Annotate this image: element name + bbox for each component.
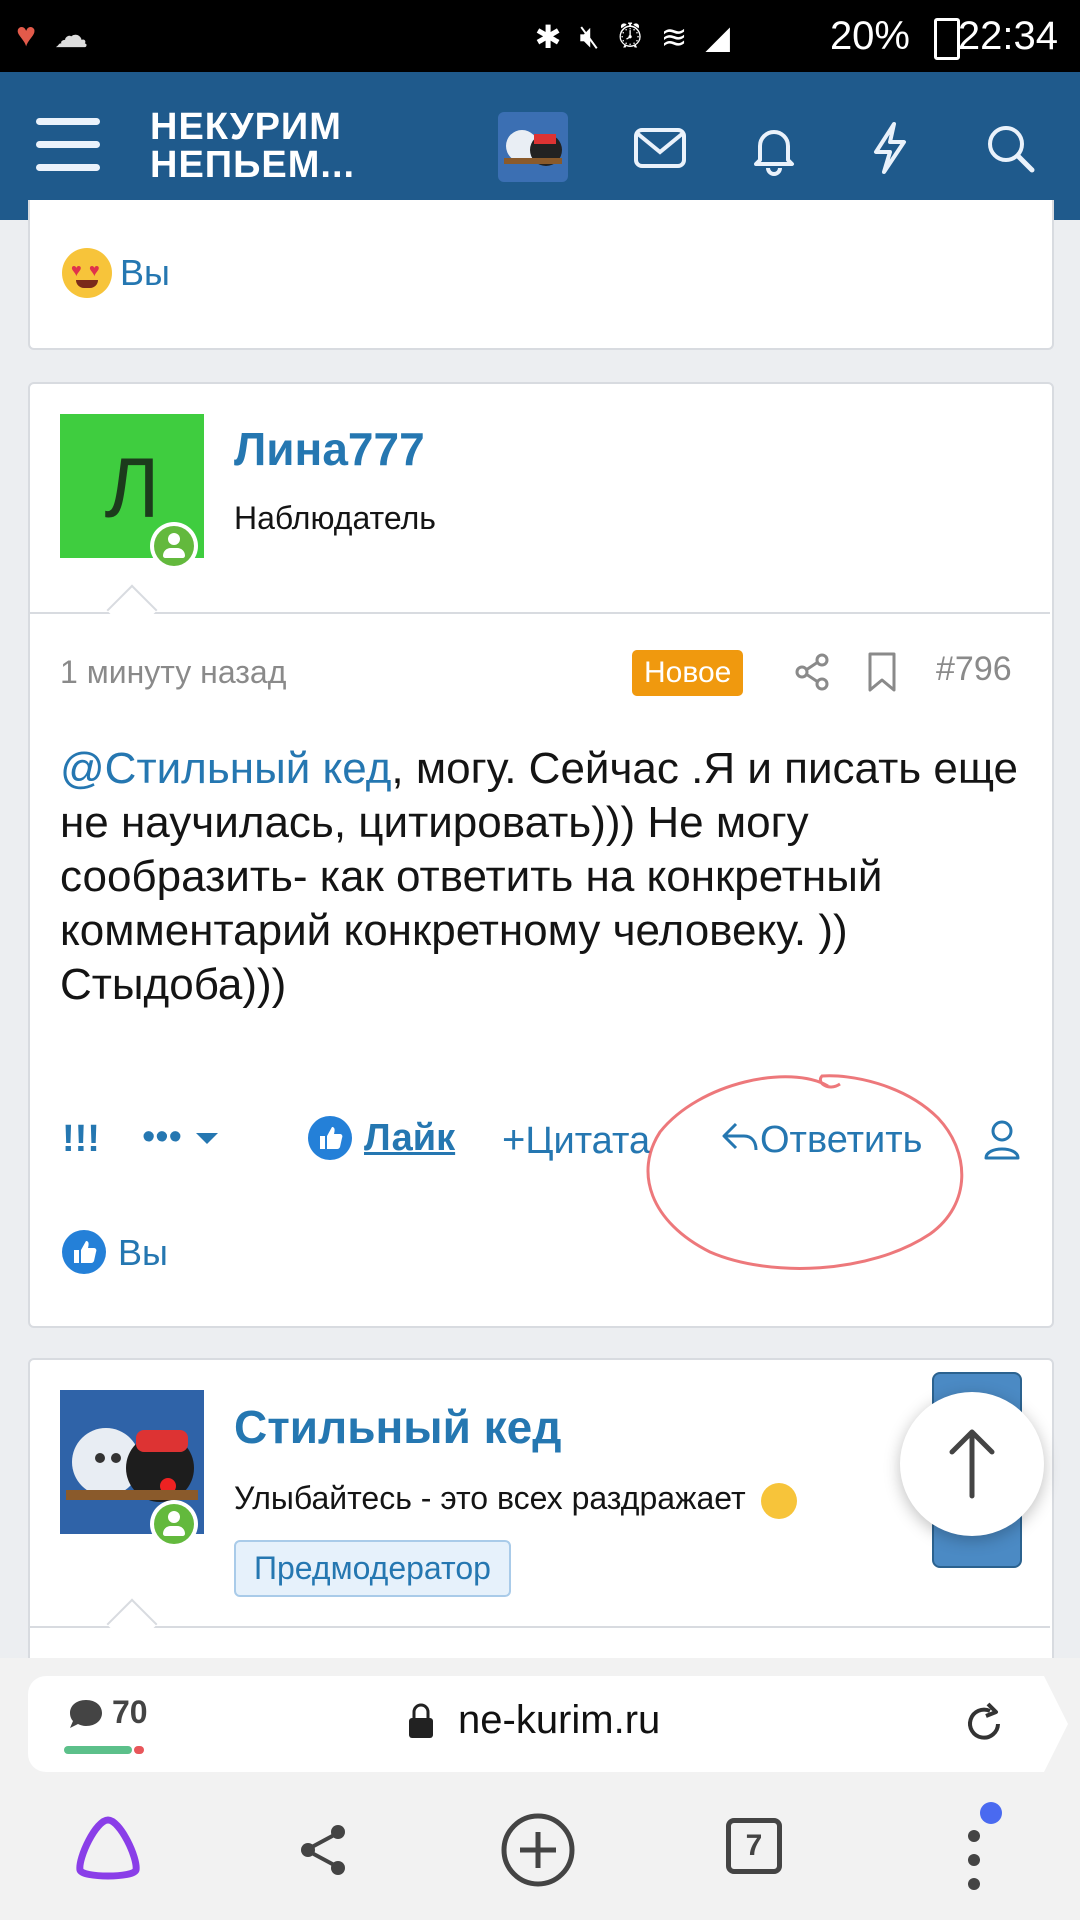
reload-icon[interactable] (960, 1700, 1008, 1748)
more-dots: ••• (142, 1116, 182, 1158)
new-tab-plus-icon[interactable] (500, 1812, 576, 1888)
more-menu-icon[interactable] (964, 1818, 984, 1898)
url-text: ne-kurim.ru (458, 1698, 661, 1742)
user-mention[interactable]: @Стильный кед (60, 744, 391, 793)
like-button[interactable]: Лайк (308, 1116, 455, 1160)
heart-eyes-emoji-icon: ♥ ♥ (62, 248, 112, 298)
battery-percent: 20% (829, 14, 910, 58)
logo-line1: НЕКУРИМ (150, 106, 342, 148)
site-logo[interactable]: НЕКУРИМ НЕПЬЕМ... (150, 108, 355, 184)
signal-icon: ◢ (705, 19, 730, 55)
post-content: @Стильный кед, могу. Сейчас .Я и писать … (60, 742, 1020, 1012)
lightning-icon[interactable] (862, 120, 918, 176)
comment-count: 70 (112, 1694, 148, 1730)
logo-line2: НЕПЬЕМ... (150, 144, 356, 186)
wifi-icon: ≋ (660, 19, 688, 55)
user-title-text: Улыбайтесь - это всех раздражает (234, 1480, 746, 1516)
quote-label: Цитата (525, 1120, 651, 1162)
annotation-circle (646, 1074, 964, 1270)
role-badge: Предмодератор (234, 1540, 511, 1597)
post-time[interactable]: 1 минуту назад (60, 654, 286, 691)
plus-icon: + (502, 1118, 526, 1162)
comment-bubble-icon (70, 1700, 102, 1728)
browser-navbar: 7 (0, 1778, 1080, 1920)
online-status-icon (150, 522, 198, 570)
clock: 22:34 (957, 14, 1058, 58)
tabs-counter[interactable]: 7 (726, 1818, 782, 1874)
reaction-user[interactable]: Вы (118, 1232, 168, 1274)
lock-icon (409, 1703, 433, 1738)
notification-dot (980, 1802, 1002, 1824)
share-icon[interactable] (296, 1822, 352, 1878)
upside-down-face-emoji-icon (760, 1482, 797, 1519)
address-bar[interactable]: 70 ne-kurim.ru (28, 1676, 1044, 1772)
quote-button[interactable]: +Цитата (502, 1118, 650, 1163)
report-button[interactable]: !!! (62, 1118, 100, 1161)
divider (30, 612, 1050, 614)
post-author[interactable]: Стильный кед (234, 1400, 561, 1454)
heart-monitor-icon: ♥ (16, 16, 37, 54)
new-badge: Новое (632, 650, 744, 696)
share-icon[interactable] (790, 650, 834, 694)
rating-bar-negative (134, 1746, 144, 1754)
account-avatar[interactable] (498, 112, 568, 182)
mute-icon: 🔇︎ (579, 18, 600, 54)
bluetooth-icon: ✱ (534, 19, 562, 55)
online-status-icon (150, 1500, 198, 1548)
more-options-button[interactable]: ••• (142, 1116, 219, 1159)
thumbs-up-icon (62, 1230, 106, 1274)
scroll-to-top-button[interactable] (900, 1392, 1044, 1536)
rating-bar-positive (64, 1746, 132, 1754)
urlbar-arrow (1044, 1676, 1068, 1772)
tabs-count: 7 (745, 1829, 763, 1862)
status-bar: ♥ ☁ ✱ 🔇︎ ⏰︎ ≋ ◢ 20% 22:34 (0, 0, 1080, 72)
post-number[interactable]: #796 (936, 650, 1012, 689)
alice-assistant-icon[interactable] (72, 1814, 144, 1884)
app-header: НЕКУРИМ НЕПЬЕМ... (0, 72, 1080, 220)
reaction-user[interactable]: Вы (120, 252, 170, 294)
alarm-icon: ⏰︎ (617, 18, 643, 54)
avatar-letter: Л (104, 441, 160, 535)
search-icon[interactable] (982, 120, 1038, 176)
inbox-icon[interactable] (632, 120, 688, 176)
previous-post-card: ♥ ♥ Вы (28, 200, 1054, 350)
like-label: Лайк (364, 1116, 456, 1159)
battery-icon (934, 18, 960, 60)
menu-icon[interactable] (36, 118, 100, 174)
arrow-up-icon (949, 1429, 995, 1499)
cloud-icon: ☁ (54, 17, 89, 55)
bookmark-icon[interactable] (862, 650, 902, 694)
user-title: Наблюдатель (234, 500, 436, 536)
divider (30, 1626, 1050, 1628)
user-title: Улыбайтесь - это всех раздражает (234, 1480, 797, 1519)
thumbs-up-icon (308, 1116, 352, 1160)
chevron-down-icon (196, 1133, 219, 1145)
user-profile-icon[interactable] (982, 1118, 1022, 1162)
post-author[interactable]: Лина777 (234, 422, 425, 476)
bell-icon[interactable] (746, 120, 802, 176)
